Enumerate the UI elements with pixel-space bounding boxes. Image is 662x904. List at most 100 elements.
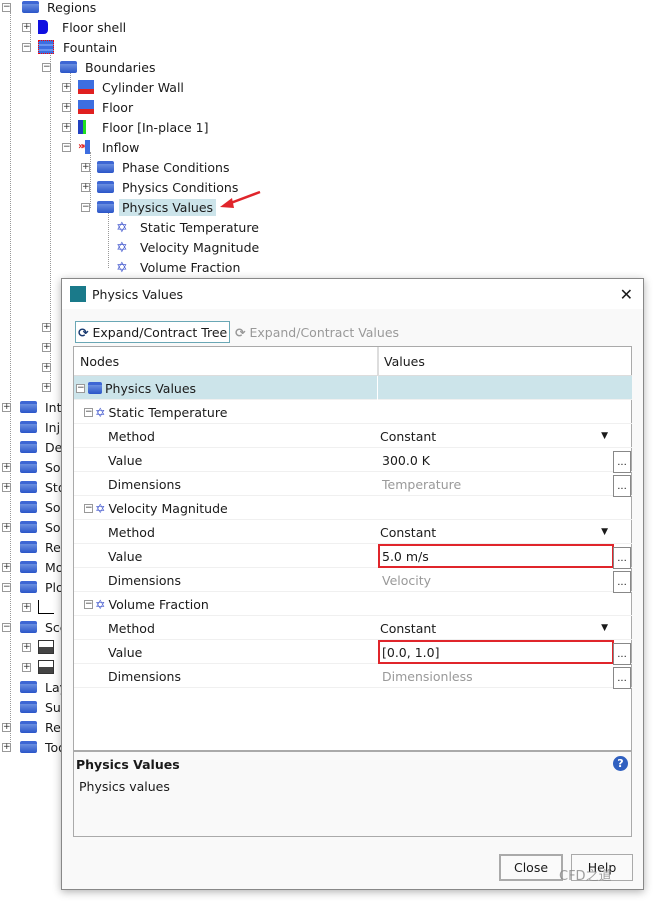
table-row-value[interactable]: Value 300.0 K...	[74, 448, 632, 473]
expand-toggle[interactable]: +	[81, 183, 90, 192]
tree-item-cylinder-wall[interactable]: Cylinder Wall	[78, 77, 184, 97]
collapse-toggle[interactable]: −	[84, 599, 93, 609]
value-field[interactable]: 300.0 K	[378, 448, 614, 472]
expand-toggle[interactable]: +	[2, 743, 11, 752]
table-row-value[interactable]: Value [0.0, 1.0]...	[74, 640, 632, 665]
label: Volume Fraction	[108, 596, 209, 612]
expand-toggle[interactable]: +	[22, 603, 31, 612]
tree-item[interactable]: Sol	[20, 457, 64, 477]
table-row-group[interactable]: − ✡ Volume Fraction	[74, 592, 632, 616]
expand-toggle[interactable]: +	[62, 83, 71, 92]
tree-item[interactable]: Sur	[20, 697, 66, 717]
tree-item[interactable]: Int	[20, 397, 62, 417]
expand-contract-values-button[interactable]: ⟳ Expand/Contract Values	[233, 321, 401, 343]
table-row-dimensions[interactable]: Dimensions Velocity...	[74, 568, 632, 593]
expand-toggle[interactable]: +	[22, 643, 31, 652]
tree-item[interactable]: Sto	[20, 477, 65, 497]
tree-item-floor-shell[interactable]: Floor shell	[38, 17, 126, 37]
label: Value	[108, 452, 143, 468]
expand-toggle[interactable]: +	[62, 123, 71, 132]
label: Static Temperature	[108, 404, 228, 420]
expand-toggle[interactable]: +	[2, 523, 11, 532]
method-select[interactable]: Constant ▼	[378, 520, 614, 544]
ellipsis-button[interactable]: ...	[613, 667, 631, 689]
expand-toggle[interactable]: +	[22, 663, 31, 672]
collapse-toggle[interactable]: −	[2, 623, 11, 632]
table-row-dimensions[interactable]: Dimensions Dimensionless...	[74, 664, 632, 689]
collapse-toggle[interactable]: −	[2, 583, 11, 592]
tree-item-floor[interactable]: Floor	[78, 97, 133, 117]
tree-item-velocity-magnitude[interactable]: ✡ Velocity Magnitude	[116, 237, 259, 257]
tree-item-floor-inplace[interactable]: Floor [In-place 1]	[78, 117, 209, 137]
column-header-nodes[interactable]: Nodes	[80, 354, 119, 369]
value-field[interactable]: 5.0 m/s	[378, 544, 614, 568]
table-row-method[interactable]: Method Constant ▼	[74, 520, 632, 544]
collapse-toggle[interactable]: −	[76, 383, 85, 393]
collapse-toggle[interactable]: −	[42, 63, 51, 72]
table-row-value[interactable]: Value 5.0 m/s...	[74, 544, 632, 569]
table-row-group[interactable]: − ✡ Static Temperature	[74, 400, 632, 424]
collapse-toggle[interactable]: −	[84, 407, 93, 417]
tree-item[interactable]: Sol	[20, 517, 64, 537]
collapse-toggle[interactable]: −	[2, 3, 11, 12]
collapse-toggle[interactable]: −	[22, 43, 31, 52]
close-button[interactable]: Close	[499, 854, 563, 881]
wall-boundary-icon	[78, 100, 94, 114]
tree-item-volume-fraction[interactable]: ✡ Volume Fraction	[116, 257, 240, 277]
collapse-toggle[interactable]: −	[84, 503, 93, 513]
expand-toggle[interactable]: +	[81, 163, 90, 172]
table-row-dimensions[interactable]: Dimensions Temperature...	[74, 472, 632, 497]
tree-item-boundaries[interactable]: Boundaries	[60, 57, 155, 77]
dimensions-field: Velocity	[378, 568, 614, 592]
ellipsis-button[interactable]: ...	[613, 451, 631, 473]
dimensions-field: Temperature	[378, 472, 614, 496]
wall-boundary-icon	[78, 80, 94, 94]
ellipsis-button[interactable]: ...	[613, 547, 631, 569]
label: Int	[45, 399, 62, 415]
tree-item[interactable]: Plo	[20, 577, 64, 597]
method-select[interactable]: Constant ▼	[378, 616, 614, 640]
table-row-root[interactable]: − Physics Values	[74, 376, 632, 400]
collapse-toggle[interactable]: −	[81, 203, 90, 212]
expand-toggle[interactable]: +	[42, 383, 51, 392]
tree-item[interactable]: Too	[20, 737, 66, 757]
tree-item-physics-values[interactable]: Physics Values	[97, 197, 217, 217]
column-header-values[interactable]: Values	[377, 347, 430, 376]
expand-toggle[interactable]: +	[2, 723, 11, 732]
ellipsis-button[interactable]: ...	[613, 475, 631, 497]
table-row-method[interactable]: Method Constant ▼	[74, 616, 632, 640]
region-icon	[38, 20, 48, 34]
expand-toggle[interactable]: +	[2, 563, 11, 572]
table-row-method[interactable]: Method Constant ▼	[74, 424, 632, 448]
method-select[interactable]: Constant ▼	[378, 424, 614, 448]
expand-toggle[interactable]: +	[42, 323, 51, 332]
tree-item[interactable]: Inj	[20, 417, 60, 437]
folder-icon	[20, 501, 37, 513]
tree-item[interactable]: Mo	[20, 557, 63, 577]
tree-item-inflow[interactable]: »» Inflow	[78, 137, 139, 157]
expand-toggle[interactable]: +	[42, 363, 51, 372]
expand-toggle[interactable]: +	[42, 343, 51, 352]
tree-item[interactable]: Lay	[20, 677, 67, 697]
value-field[interactable]: [0.0, 1.0]	[378, 640, 614, 664]
tree-item-phase-conditions[interactable]: Phase Conditions	[97, 157, 229, 177]
folder-icon	[22, 1, 39, 13]
tree-item-regions[interactable]: Regions	[22, 0, 96, 17]
tree-item-static-temperature[interactable]: ✡ Static Temperature	[116, 217, 259, 237]
tree-item-fountain[interactable]: Fountain	[38, 37, 117, 57]
help-icon[interactable]: ?	[613, 756, 628, 771]
ellipsis-button[interactable]: ...	[613, 571, 631, 593]
expand-toggle[interactable]: +	[22, 23, 31, 32]
collapse-toggle[interactable]: −	[62, 143, 71, 152]
expand-contract-tree-button[interactable]: ⟳ Expand/Contract Tree	[75, 321, 231, 343]
table-row-group[interactable]: − ✡ Velocity Magnitude	[74, 496, 632, 520]
tree-item[interactable]: Sol	[20, 497, 64, 517]
folder-icon	[20, 521, 37, 533]
expand-toggle[interactable]: +	[2, 483, 11, 492]
expand-toggle[interactable]: +	[62, 103, 71, 112]
expand-toggle[interactable]: +	[2, 403, 11, 412]
close-icon[interactable]: ✕	[620, 285, 633, 304]
ellipsis-button[interactable]: ...	[613, 643, 631, 665]
expand-toggle[interactable]: +	[2, 463, 11, 472]
dimensions-field: Dimensionless	[378, 664, 614, 688]
